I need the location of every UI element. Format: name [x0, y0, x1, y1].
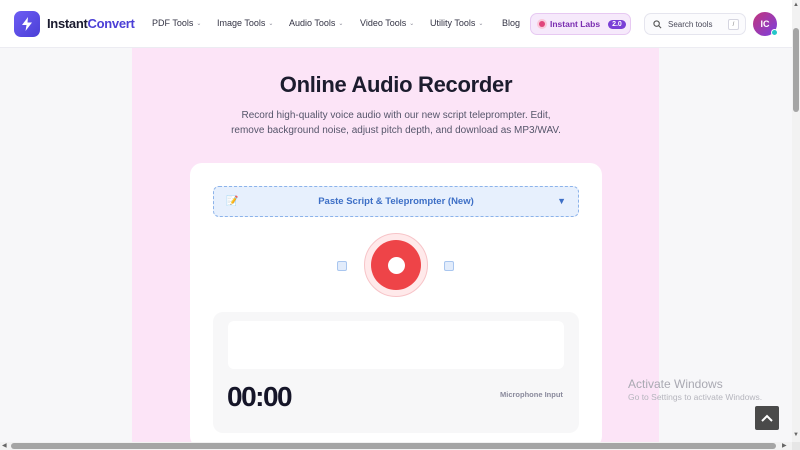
avatar-initials: IC	[760, 19, 770, 29]
instant-labs-button[interactable]: Instant Labs 2.0	[530, 13, 631, 35]
dropdown-label: Paste Script & Teleprompter (New)	[318, 196, 474, 207]
nav-label: Audio Tools	[289, 18, 336, 28]
activation-watermark-title: Activate Windows	[628, 377, 723, 391]
nav-label: Blog	[502, 18, 521, 28]
recording-timer: 00:00	[227, 381, 293, 412]
brand-logo-text[interactable]: InstantConvert	[47, 16, 135, 31]
right-control-checkbox[interactable]	[444, 261, 454, 271]
microphone-input-label: Microphone Input	[500, 390, 563, 399]
nav-label: PDF Tools	[152, 18, 194, 28]
nav-video-tools[interactable]: Video Tools ⌄	[360, 18, 414, 28]
user-avatar[interactable]: IC	[753, 12, 778, 36]
nav-label: Utility Tools	[430, 18, 476, 28]
chevron-up-icon	[761, 414, 773, 422]
chevron-down-icon: ⌄	[338, 20, 344, 27]
teleprompter-dropdown[interactable]: 📝 Paste Script & Teleprompter (New) ▼	[213, 186, 579, 217]
horizontal-scrollbar[interactable]: ◀ ▶	[0, 442, 792, 450]
scrollbar-corner	[792, 442, 800, 450]
search-input[interactable]: Search tools /	[644, 13, 746, 35]
online-status-indicator	[771, 29, 778, 36]
chevron-down-icon: ⌄	[478, 20, 484, 27]
horizontal-scroll-thumb[interactable]	[11, 443, 776, 449]
record-button[interactable]	[371, 240, 421, 290]
left-control-checkbox[interactable]	[337, 261, 347, 271]
caret-down-icon: ▼	[557, 196, 566, 206]
nav-label: Video Tools	[360, 18, 407, 28]
scroll-up-arrow-icon[interactable]: ▲	[793, 2, 799, 8]
page-subtitle: Record high-quality voice audio with our…	[0, 108, 792, 138]
nav-audio-tools[interactable]: Audio Tools ⌄	[289, 18, 343, 28]
nav-pdf-tools[interactable]: PDF Tools ⌄	[152, 18, 201, 28]
version-badge: 2.0	[608, 19, 626, 29]
lightning-icon[interactable]	[14, 11, 40, 37]
labs-label: Instant Labs	[550, 19, 601, 29]
waveform-display	[228, 321, 564, 369]
vertical-scroll-thumb[interactable]	[793, 28, 799, 112]
status-dot-icon	[539, 21, 545, 27]
activation-watermark-text: Go to Settings to activate Windows.	[628, 392, 763, 402]
chevron-down-icon: ⌄	[196, 20, 202, 27]
back-to-top-button[interactable]	[755, 406, 779, 430]
nav-blog[interactable]: Blog	[502, 18, 520, 28]
nav-label: Image Tools	[217, 18, 266, 28]
page-title: Online Audio Recorder	[279, 72, 513, 97]
vertical-scrollbar[interactable]: ▲ ▼	[792, 0, 800, 442]
chevron-down-icon: ⌄	[268, 20, 274, 27]
nav-utility-tools[interactable]: Utility Tools ⌄	[430, 18, 483, 28]
subtitle-line: Record high-quality voice audio with our…	[241, 110, 551, 121]
scroll-down-arrow-icon[interactable]: ▼	[793, 432, 799, 438]
notepad-icon: 📝	[226, 196, 239, 207]
top-navbar: InstantConvert PDF Tools ⌄ Image Tools ⌄ A…	[0, 0, 792, 48]
search-placeholder: Search tools	[668, 19, 713, 29]
nav-image-tools[interactable]: Image Tools ⌄	[217, 18, 273, 28]
chevron-down-icon: ⌄	[409, 20, 415, 27]
scroll-left-arrow-icon[interactable]: ◀	[2, 442, 7, 449]
search-icon	[653, 19, 662, 28]
record-dot-icon	[387, 256, 405, 274]
scroll-right-arrow-icon[interactable]: ▶	[782, 442, 787, 449]
keyboard-shortcut-badge: /	[728, 19, 739, 30]
record-button-ring	[364, 233, 428, 297]
subtitle-line: remove background noise, adjust pitch de…	[231, 125, 561, 136]
